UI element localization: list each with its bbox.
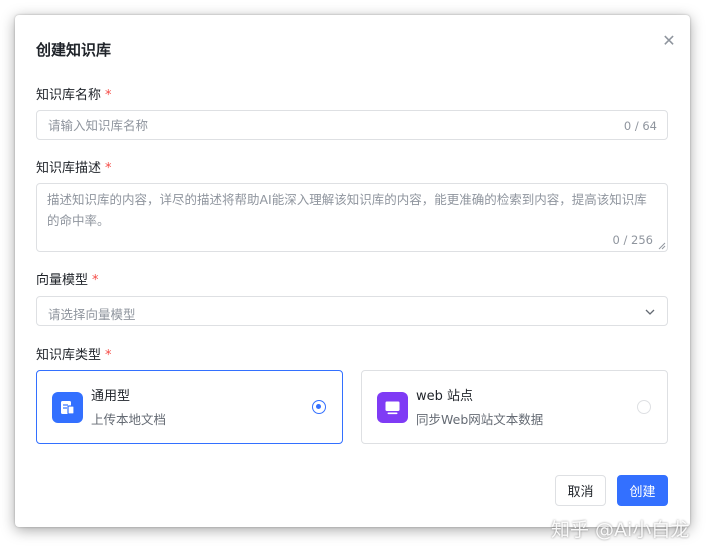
radio-selected[interactable] (312, 400, 326, 414)
resize-handle-icon[interactable] (658, 242, 666, 250)
description-label-text: 知识库描述 (36, 161, 102, 176)
embedding-model-label: 向量模型 * (36, 269, 99, 288)
option-description: 上传本地文档 (91, 412, 167, 427)
kb-type-label: 知识库类型 * (36, 344, 112, 363)
description-field[interactable]: 0 / 256 (36, 183, 668, 252)
kb-type-label-text: 知识库类型 (36, 348, 102, 363)
required-mark: * (105, 348, 112, 363)
required-mark: * (105, 88, 112, 103)
radio-unselected[interactable] (637, 400, 651, 414)
description-counter: 0 / 256 (612, 233, 653, 247)
kb-type-option-general[interactable]: 通用型 上传本地文档 (36, 370, 343, 444)
chevron-down-icon (645, 309, 655, 315)
embedding-model-select[interactable]: 请选择向量模型 (36, 296, 668, 326)
description-label: 知识库描述 * (36, 157, 112, 176)
dialog-title: 创建知识库 (36, 41, 112, 59)
required-mark: * (92, 273, 99, 288)
name-label-text: 知识库名称 (36, 88, 102, 103)
description-textarea[interactable] (47, 189, 659, 233)
watermark: 知乎 @Ai小白龙 (551, 519, 690, 541)
document-icon (52, 392, 83, 423)
option-description: 同步Web网站文本数据 (416, 412, 544, 427)
kb-type-option-web[interactable]: web 站点 同步Web网站文本数据 (361, 370, 668, 444)
monitor-icon (377, 392, 408, 423)
embedding-model-placeholder: 请选择向量模型 (48, 307, 136, 322)
name-counter: 0 / 64 (623, 119, 657, 133)
create-button[interactable]: 创建 (617, 475, 668, 506)
required-mark: * (105, 161, 112, 176)
embedding-model-label-text: 向量模型 (36, 273, 89, 288)
cancel-button[interactable]: 取消 (555, 475, 606, 506)
option-name: 通用型 (91, 389, 131, 404)
create-knowledge-base-dialog: 创建知识库 ✕ 知识库名称* 0 / 64 知识库描述* 0 / 256 向量模… (15, 15, 690, 527)
name-input[interactable] (48, 111, 588, 139)
option-name: web 站点 (416, 389, 474, 404)
name-label: 知识库名称 * (36, 84, 112, 103)
close-icon[interactable]: ✕ (660, 32, 678, 50)
name-field[interactable]: 0 / 64 (36, 110, 668, 140)
